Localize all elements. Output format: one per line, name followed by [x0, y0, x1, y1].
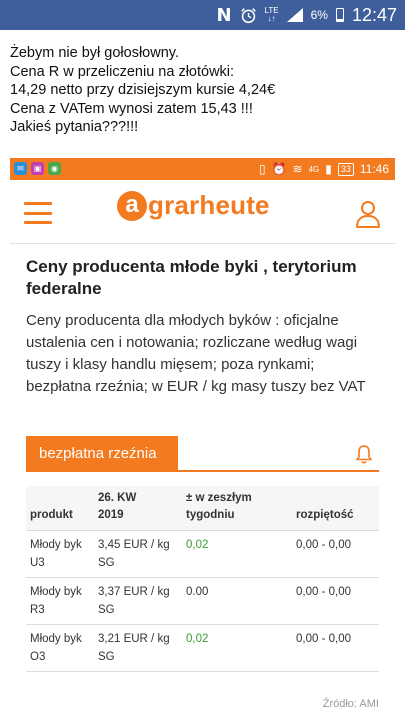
alarm-icon: ⏰: [271, 162, 287, 176]
cell-product: Młody byk R3: [26, 577, 94, 625]
message-line: Cena R w przeliczeniu na złotówki:: [10, 63, 235, 80]
cell-product: Młody byk U3: [26, 530, 94, 578]
vibrate-icon: ▯: [258, 162, 266, 176]
battery-icon: 33: [337, 162, 354, 176]
agrarheute-logo[interactable]: a grarheute: [117, 190, 270, 221]
header-range: rozpiętość: [292, 486, 379, 531]
message-line: Żebym nie był gołosłowny.: [10, 45, 179, 61]
message-line: Cena z VATem wynosi zatem 15,43 !!!: [10, 100, 253, 117]
battery-icon: [335, 8, 344, 22]
cell-range: 0,00 - 0,00: [292, 577, 379, 625]
tab-bar: bezpłatna rzeźnia: [26, 436, 379, 472]
user-icon[interactable]: [355, 200, 381, 228]
cell-range: 0,00 - 0,00: [292, 530, 379, 578]
whatsapp-icon: ◉: [48, 162, 61, 175]
site-header: a grarheute: [10, 180, 395, 244]
cell-range: 0,00 - 0,00: [292, 624, 379, 672]
embedded-status-bar: ✉ ▣ ◉ ▯ ⏰ ≋ 4G ▮ 33 11:46: [10, 158, 395, 180]
network-type: LTE ↓↑: [264, 6, 279, 23]
gallery-icon: ▣: [31, 162, 44, 175]
status-bar: N LTE ↓↑ 6% 12:47: [0, 0, 405, 30]
signal-icon: ▮: [325, 162, 332, 176]
status-icons: N LTE ↓↑ 6% 12:47: [216, 0, 397, 30]
table-header-row: produkt 26. KW 2019 ± w zeszłym tygodniu r…: [26, 486, 379, 531]
logo-letter: a: [117, 190, 147, 221]
clock: 11:46: [359, 162, 389, 176]
source-label: Źródło: AMI: [322, 698, 379, 710]
table-row: Młody byk O3 3,21 EUR / kg SG 0,02 0,00 …: [26, 624, 379, 672]
article: Ceny producenta młode byki , terytorium …: [26, 244, 379, 398]
cell-price: 3,37 EUR / kg SG: [94, 577, 182, 625]
data-arrows-icon: ↓↑: [267, 14, 276, 23]
header-product: produkt: [26, 486, 94, 531]
cell-price: 3,45 EUR / kg SG: [94, 530, 182, 578]
cell-change: 0,02: [182, 530, 292, 578]
wifi-icon: ≋: [292, 162, 303, 176]
message-line: Jakieś pytania???!!!: [10, 119, 139, 135]
clock: 12:47: [351, 4, 397, 25]
article-title: Ceny producenta młode byki , terytorium …: [26, 257, 357, 298]
network-type: 4G: [308, 164, 320, 174]
cell-price: 3,21 EUR / kg SG: [94, 624, 182, 672]
alarm-icon: [240, 7, 256, 23]
signal-icon: [286, 8, 303, 22]
embedded-screenshot[interactable]: ✉ ▣ ◉ ▯ ⏰ ≋ 4G ▮ 33 11:46 a grarheute Ce…: [10, 158, 395, 720]
nfc-icon: N: [216, 4, 232, 26]
table-row: Młody byk U3 3,45 EUR / kg SG 0,02 0,00 …: [26, 530, 379, 578]
header-week: 26. KW 2019: [94, 486, 182, 531]
price-table: produkt 26. KW 2019 ± w zeszłym tygodniu r…: [26, 486, 379, 672]
message-line: 14,29 netto przy dzisiejszym kursie 4,24…: [10, 82, 276, 98]
tab-bezplatna-rzeznia[interactable]: bezpłatna rzeźnia: [26, 436, 178, 472]
embedded-status-icons: ▯ ⏰ ≋ 4G ▮ 33 11:46: [259, 158, 389, 180]
logo-text: grarheute: [148, 190, 270, 220]
article-description: Ceny producenta dla młodych byków : ofic…: [26, 312, 366, 395]
table-row: Młody byk R3 3,37 EUR / kg SG 0.00 0,00 …: [26, 577, 379, 625]
message-text: Żebym nie był gołosłowny. Cena R w przel…: [10, 44, 400, 137]
embedded-notification-icons: ✉ ▣ ◉: [14, 162, 61, 175]
messenger-icon: ✉: [14, 162, 27, 175]
battery-percent: 6%: [310, 8, 328, 22]
menu-icon[interactable]: [24, 202, 52, 224]
header-change: ± w zeszłym tygodniu: [182, 486, 292, 531]
cell-product: Młody byk O3: [26, 624, 94, 672]
cell-change: 0,02: [182, 624, 292, 672]
cell-change: 0.00: [182, 577, 292, 625]
bell-icon[interactable]: [355, 444, 373, 464]
